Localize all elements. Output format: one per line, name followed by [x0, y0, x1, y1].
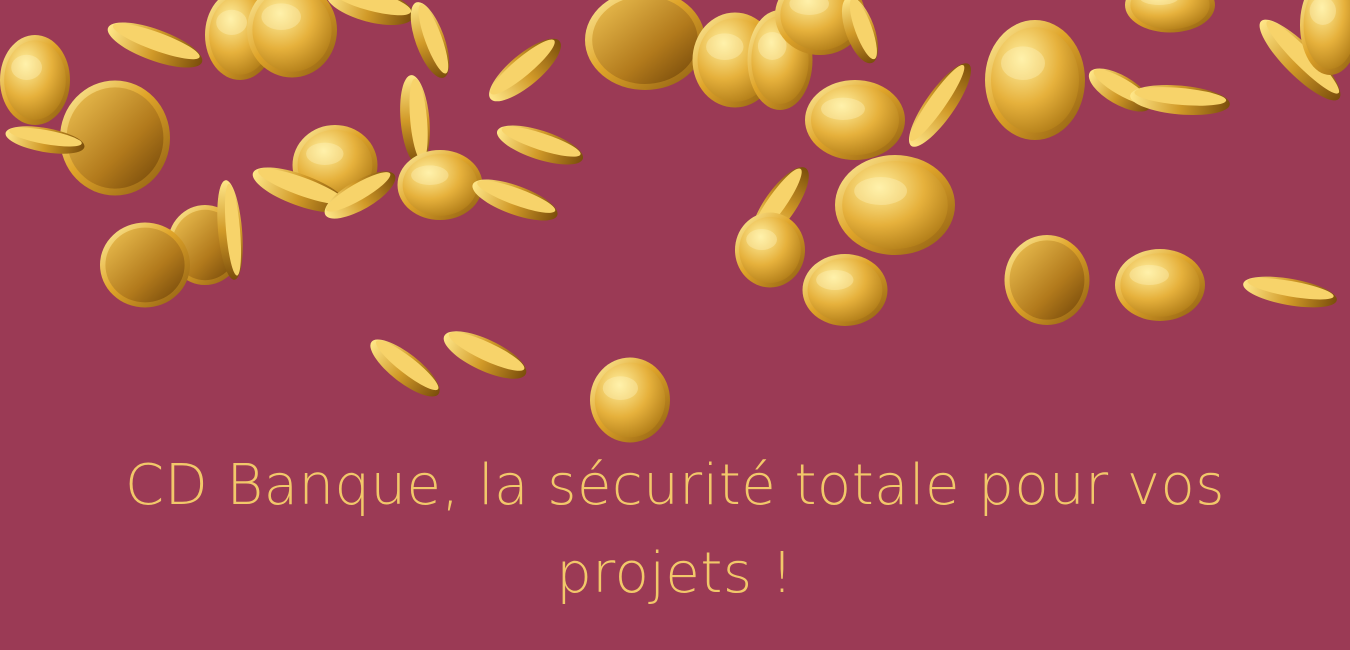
- hero-banner: CD Banque, la sécurité totale pour vos p…: [0, 0, 1350, 650]
- falling-gold-coins-icon: [0, 0, 1350, 443]
- banner-tagline: CD Banque, la sécurité totale pour vos p…: [125, 453, 1225, 606]
